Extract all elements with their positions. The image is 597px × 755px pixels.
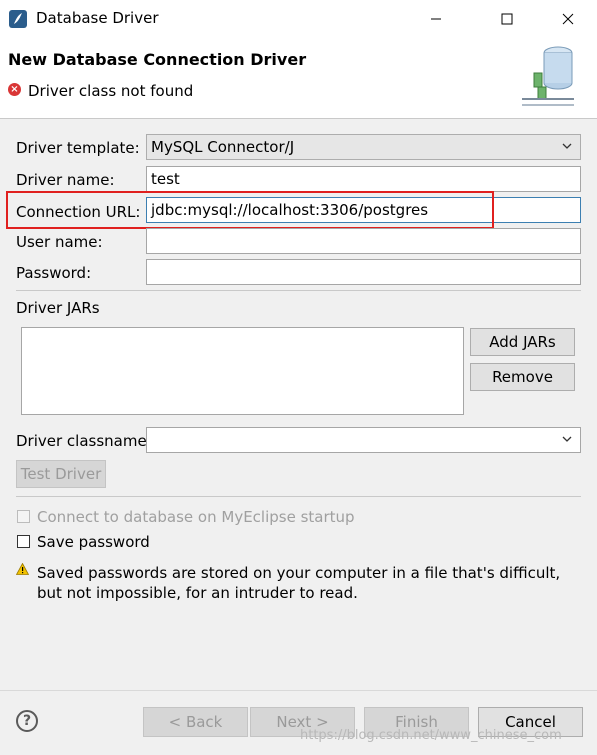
error-icon: × — [8, 83, 21, 96]
warning-icon — [16, 563, 29, 575]
title-bar: Database Driver — [0, 0, 597, 38]
driver-classname-select[interactable] — [146, 427, 581, 453]
save-password-label: Save password — [37, 533, 150, 551]
separator — [16, 290, 581, 291]
user-name-input[interactable] — [146, 228, 581, 254]
driver-jars-label: Driver JARs — [16, 299, 100, 317]
connect-on-startup-checkbox[interactable] — [17, 510, 30, 523]
driver-template-label: Driver template: — [16, 139, 140, 157]
maximize-button[interactable] — [484, 0, 530, 38]
footer-separator — [0, 690, 597, 691]
minimize-button[interactable] — [413, 0, 459, 38]
save-password-checkbox[interactable] — [17, 535, 30, 548]
connection-url-label: Connection URL: — [16, 203, 141, 221]
driver-classname-label: Driver classname: — [16, 432, 152, 450]
test-driver-button[interactable]: Test Driver — [16, 460, 106, 488]
connect-on-startup-label: Connect to database on MyEclipse startup — [37, 508, 355, 526]
separator — [16, 496, 581, 497]
help-icon[interactable]: ? — [16, 710, 38, 732]
password-input[interactable] — [146, 259, 581, 285]
add-jars-button[interactable]: Add JARs — [470, 328, 575, 356]
driver-name-label: Driver name: — [16, 171, 115, 189]
driver-template-select[interactable]: MySQL Connector/J — [146, 134, 581, 160]
error-message: Driver class not found — [28, 82, 194, 100]
remove-button[interactable]: Remove — [470, 363, 575, 391]
close-button[interactable] — [545, 0, 591, 38]
chevron-down-icon — [562, 143, 572, 149]
myeclipse-app-icon — [9, 10, 27, 28]
driver-name-input[interactable]: test — [146, 166, 581, 192]
user-name-label: User name: — [16, 233, 103, 251]
database-icon — [522, 46, 574, 106]
driver-jars-list[interactable] — [21, 327, 464, 415]
minimize-icon — [431, 18, 441, 20]
warning-text: Saved passwords are stored on your compu… — [37, 564, 561, 602]
watermark: https://blog.csdn.net/www_chinese_com — [300, 728, 562, 743]
password-label: Password: — [16, 264, 92, 282]
page-heading: New Database Connection Driver — [8, 50, 307, 69]
wizard-header: New Database Connection Driver × Driver … — [0, 38, 597, 119]
back-button[interactable]: < Back — [143, 707, 248, 737]
maximize-icon — [501, 13, 513, 25]
close-icon — [562, 13, 574, 25]
chevron-down-icon — [562, 436, 572, 442]
connection-url-input[interactable]: jdbc:mysql://localhost:3306/postgres — [146, 197, 581, 223]
window-title: Database Driver — [36, 9, 159, 27]
driver-template-value: MySQL Connector/J — [151, 138, 295, 156]
